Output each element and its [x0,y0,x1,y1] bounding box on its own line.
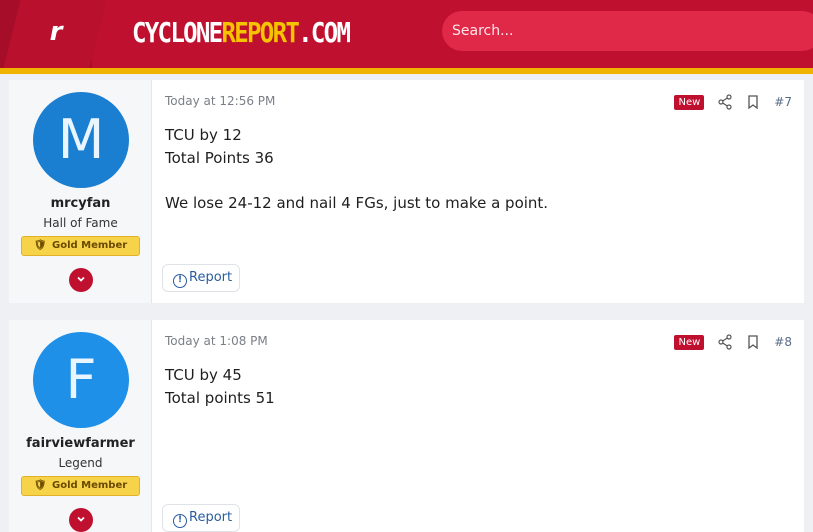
username[interactable]: mrcyfan [9,196,152,211]
avatar[interactable]: F [33,332,129,428]
post-actions: New #8 [674,332,792,352]
member-badge: 🛡︎ Gold Member [21,236,140,256]
report-label: Report [189,270,233,285]
post-line: We lose 24-12 and nail 4 FGs, just to ma… [165,193,549,212]
chevron-down-icon [77,276,85,282]
forum-post: F fairviewfarmer Legend 🛡︎ Gold Member T… [9,320,804,532]
expand-user-button[interactable] [69,268,93,292]
site-name[interactable]: CYCLONEREPORT.COM [132,13,351,53]
post-line: TCU by 45 [165,366,242,384]
site-name-part2: REPORT [221,16,299,49]
site-name-part3: .COM [298,16,351,49]
username[interactable]: fairviewfarmer [9,436,152,451]
search-input[interactable] [452,11,792,51]
post-content: TCU by 45 Total points 51 [165,364,785,409]
avatar[interactable]: M [33,92,129,188]
user-title: Legend [58,456,103,470]
user-info: M mrcyfan Hall of Fame 🛡︎ Gold Member [9,80,152,303]
post-content: TCU by 12 Total Points 36 We lose 24-12 … [165,124,785,214]
badge-label: Gold Member [52,240,128,251]
post-timestamp[interactable]: Today at 12:56 PM [165,94,275,108]
forum-post: M mrcyfan Hall of Fame 🛡︎ Gold Member To… [9,80,804,303]
post-number-link[interactable]: #7 [774,95,792,109]
badge-label: Gold Member [52,480,128,491]
bookmark-icon[interactable] [746,334,760,350]
share-icon[interactable] [718,334,732,350]
new-badge: New [674,334,705,350]
post-line: Total Points 36 [165,148,274,167]
site-logo-icon[interactable]: r [40,12,72,52]
report-icon: ! [173,514,187,528]
bookmark-icon[interactable] [746,94,760,110]
share-icon[interactable] [718,94,732,110]
post-line [165,169,785,192]
site-name-part1: CYCLONE [132,16,223,49]
new-badge: New [674,94,705,110]
post-line: TCU by 12 [165,126,242,144]
shield-icon: 🛡︎ [33,240,47,251]
post-timestamp[interactable]: Today at 1:08 PM [165,334,268,348]
report-label: Report [189,510,233,525]
site-header: r CYCLONEREPORT.COM [0,0,813,68]
shield-icon: 🛡︎ [33,480,47,491]
report-icon: ! [173,274,187,288]
chevron-down-icon [77,516,85,522]
report-button[interactable]: ! Report [162,264,240,292]
post-line: Total points 51 [165,388,275,407]
post-actions: New #7 [674,92,792,112]
header-accent-strip [0,68,813,74]
user-title: Hall of Fame [43,216,118,230]
member-badge: 🛡︎ Gold Member [21,476,140,496]
search-box[interactable] [442,11,813,51]
report-button[interactable]: ! Report [162,504,240,532]
expand-user-button[interactable] [69,508,93,532]
user-info: F fairviewfarmer Legend 🛡︎ Gold Member [9,320,152,532]
post-number-link[interactable]: #8 [774,335,792,349]
